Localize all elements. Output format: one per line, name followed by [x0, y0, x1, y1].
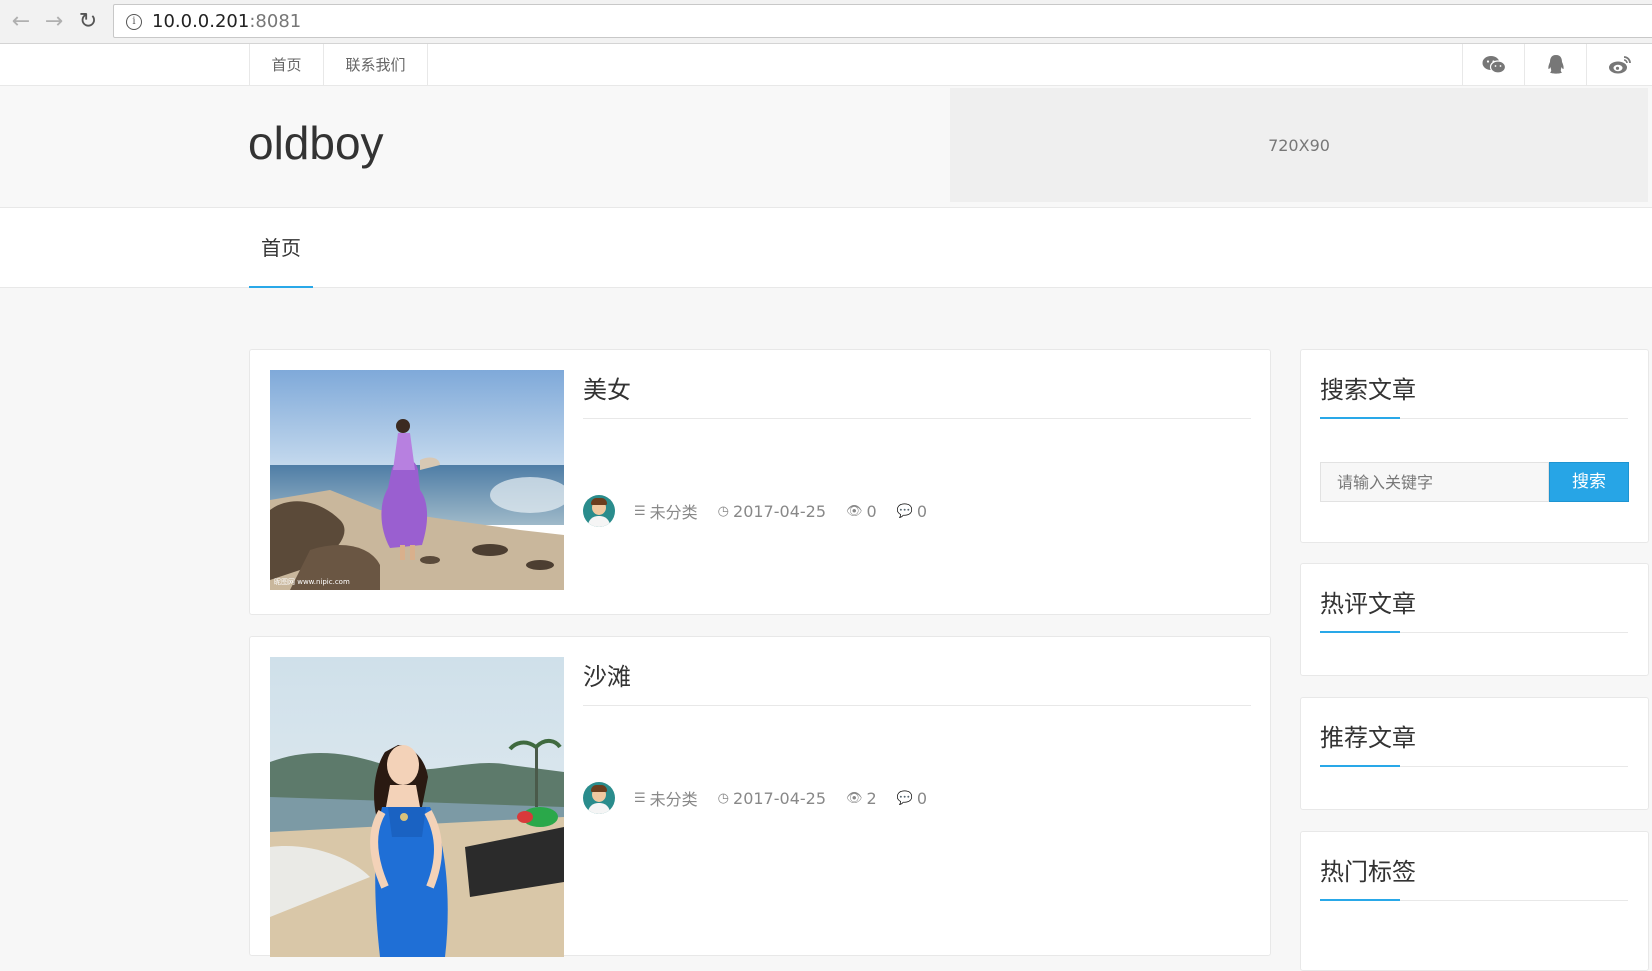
reload-icon[interactable]: ↻ [74, 8, 102, 36]
weibo-icon[interactable] [1586, 44, 1652, 86]
forward-arrow-icon[interactable]: → [40, 8, 68, 36]
post-views: 👁 2 [846, 789, 877, 808]
url-host: 10.0.0.201 [152, 11, 250, 32]
post-thumbnail[interactable] [270, 657, 564, 957]
widget-title: 推荐文章 [1320, 724, 1416, 752]
post-card: 沙滩 ☰ 未分类 ◷ 2017-04-25 👁 2 💬 0 [249, 636, 1271, 957]
site-logo[interactable]: oldboy [248, 116, 384, 170]
comment-icon: 💬 [896, 790, 913, 806]
post-category-label: 未分类 [649, 503, 698, 522]
search-widget: 搜索文章 搜索 [1300, 349, 1649, 543]
post-divider [583, 418, 1251, 419]
widget-divider [1320, 417, 1628, 419]
widget-title: 热评文章 [1320, 590, 1416, 618]
qq-icon[interactable] [1524, 44, 1586, 86]
post-comments[interactable]: 💬 0 [897, 789, 927, 808]
list-icon: ☰ [634, 503, 646, 519]
post-comments[interactable]: 💬 0 [897, 502, 927, 521]
post-views-count: 0 [866, 501, 877, 521]
author-avatar[interactable] [583, 782, 615, 814]
widget-divider [1320, 765, 1628, 767]
post-category[interactable]: ☰ 未分类 [634, 786, 698, 810]
post-category[interactable]: ☰ 未分类 [634, 499, 698, 523]
clock-icon: ◷ [717, 790, 730, 806]
post-date: ◷ 2017-04-25 [718, 789, 826, 808]
top-nav-home-link[interactable]: 首页 [249, 44, 323, 86]
hot-tags-widget: 热门标签 [1300, 831, 1649, 971]
top-nav: 首页 联系我们 [0, 44, 1652, 86]
hot-comments-widget: 热评文章 [1300, 563, 1649, 676]
list-icon: ☰ [634, 790, 646, 806]
widget-title: 搜索文章 [1320, 376, 1416, 404]
post-comments-count: 0 [916, 788, 928, 808]
address-bar[interactable]: i 10.0.0.201:8081 [113, 4, 1652, 38]
url-text: 10.0.0.201:8081 [152, 11, 301, 32]
widget-title: 热门标签 [1320, 858, 1416, 886]
search-button[interactable]: 搜索 [1549, 462, 1629, 502]
post-divider [583, 705, 1251, 706]
post-title[interactable]: 沙滩 [583, 657, 631, 692]
post-views: 👁 0 [846, 502, 877, 521]
post-title[interactable]: 美女 [583, 370, 631, 405]
eye-icon: 👁 [846, 503, 863, 519]
main-nav: 首页 [0, 208, 1652, 288]
eye-icon: 👁 [846, 790, 863, 806]
top-nav-contact-link[interactable]: 联系我们 [323, 44, 428, 86]
svg-text:昵图网 www.nipic.com: 昵图网 www.nipic.com [274, 578, 350, 586]
browser-toolbar: ← → ↻ i 10.0.0.201:8081 [0, 0, 1652, 44]
site-header: oldboy 720X90 [0, 86, 1652, 208]
post-date-label: 2017-04-25 [733, 501, 826, 521]
url-port: :8081 [249, 11, 302, 32]
widget-divider [1320, 899, 1628, 901]
wechat-icon[interactable] [1462, 44, 1524, 86]
comment-icon: 💬 [896, 503, 913, 519]
post-date: ◷ 2017-04-25 [718, 502, 826, 521]
post-meta: ☰ 未分类 ◷ 2017-04-25 👁 2 💬 0 [583, 782, 947, 814]
back-arrow-icon[interactable]: ← [7, 8, 35, 36]
main-nav-home[interactable]: 首页 [249, 208, 313, 288]
post-date-label: 2017-04-25 [733, 788, 826, 808]
info-icon[interactable]: i [126, 14, 142, 30]
post-card: 昵图网 www.nipic.com 美女 ☰ 未分类 ◷ 2017-04-25 👁 0… [249, 349, 1271, 615]
widget-divider [1320, 631, 1628, 633]
ad-banner-placeholder[interactable]: 720X90 [950, 88, 1648, 202]
post-comments-count: 0 [916, 501, 928, 521]
search-input[interactable] [1320, 462, 1549, 502]
clock-icon: ◷ [717, 503, 730, 519]
recommended-widget: 推荐文章 [1300, 697, 1649, 810]
author-avatar[interactable] [583, 495, 615, 527]
post-views-count: 2 [866, 788, 877, 808]
post-thumbnail[interactable]: 昵图网 www.nipic.com [270, 370, 564, 590]
post-meta: ☰ 未分类 ◷ 2017-04-25 👁 0 💬 0 [583, 495, 947, 527]
ad-size-label: 720X90 [1268, 135, 1330, 155]
post-category-label: 未分类 [649, 790, 698, 809]
